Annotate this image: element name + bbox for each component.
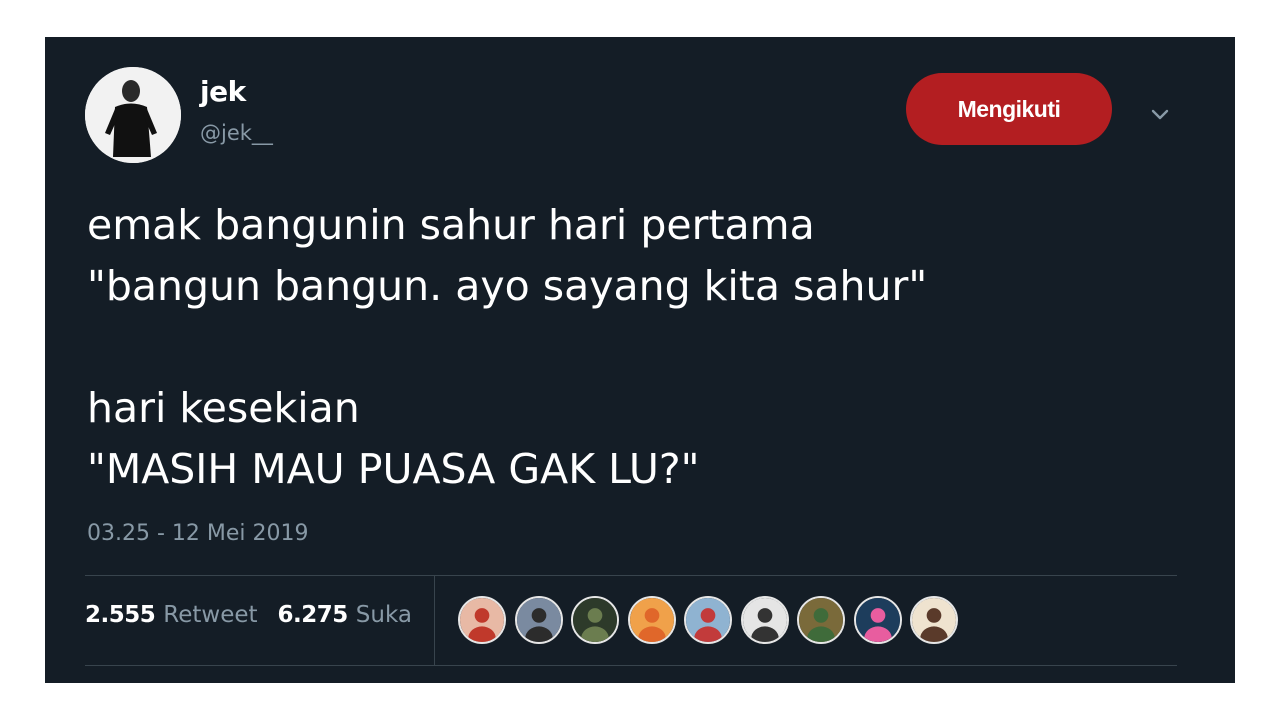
author-avatar[interactable]	[85, 67, 181, 163]
divider	[85, 575, 1177, 576]
retweet-label[interactable]: Retweet	[163, 602, 257, 628]
tweet-text-line: hari kesekian	[87, 384, 360, 432]
liker-avatar[interactable]	[797, 596, 845, 644]
liker-avatar[interactable]	[514, 596, 563, 644]
like-count[interactable]: 6.275	[278, 602, 349, 628]
person-photo-icon	[573, 598, 617, 642]
liker-avatar[interactable]	[740, 596, 789, 644]
tweet-text-line: emak bangunin sahur hari pertama	[87, 201, 815, 249]
liker-avatars	[458, 596, 967, 644]
person-photo-icon	[516, 598, 561, 642]
person-photo-icon	[629, 598, 674, 642]
liker-avatar[interactable]	[627, 596, 676, 644]
tweet-text-line: "MASIH MAU PUASA GAK LU?"	[87, 445, 700, 493]
person-photo-icon	[460, 598, 504, 642]
following-button[interactable]: Mengikuti	[906, 73, 1112, 145]
chevron-down-icon[interactable]	[1145, 99, 1175, 129]
liker-avatar[interactable]	[853, 596, 902, 644]
liker-avatar[interactable]	[458, 596, 506, 644]
liker-avatar[interactable]	[910, 596, 958, 644]
tweet-card: jek @jek__ Mengikuti emak bangunin sahur…	[45, 37, 1235, 683]
tweet-text-line: "bangun bangun. ayo sayang kita sahur"	[87, 262, 928, 310]
person-photo-icon	[85, 67, 181, 163]
author-display-name[interactable]: jek	[200, 75, 246, 108]
person-photo-icon	[912, 598, 956, 642]
divider	[434, 575, 435, 665]
person-photo-icon	[855, 598, 900, 642]
retweet-count[interactable]: 2.555	[85, 602, 156, 628]
engagement-stats: 2.555 Retweet 6.275 Suka	[85, 602, 432, 628]
like-label[interactable]: Suka	[356, 602, 412, 628]
divider	[85, 665, 1177, 666]
person-photo-icon	[799, 598, 843, 642]
tweet-timestamp[interactable]: 03.25 - 12 Mei 2019	[87, 521, 309, 546]
person-photo-icon	[742, 598, 787, 642]
liker-avatar[interactable]	[571, 596, 619, 644]
tweet-text: emak bangunin sahur hari pertama "bangun…	[87, 195, 1167, 500]
person-photo-icon	[686, 598, 730, 642]
author-handle[interactable]: @jek__	[200, 121, 273, 145]
liker-avatar[interactable]	[684, 596, 732, 644]
